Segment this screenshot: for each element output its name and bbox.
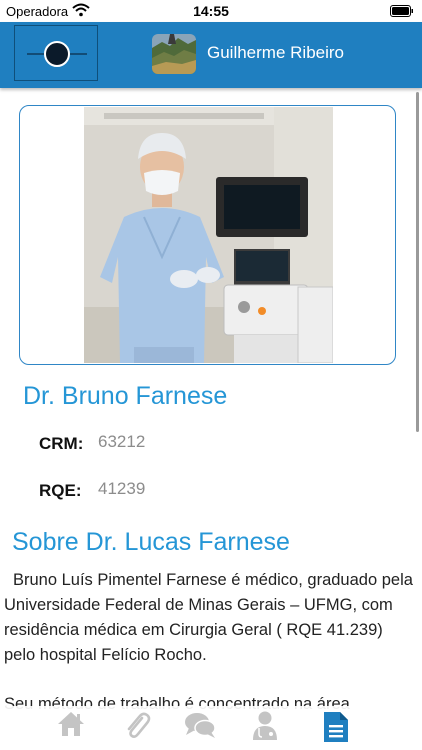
doctor-name: Dr. Bruno Farnese (23, 382, 228, 410)
vertical-scrollbar[interactable] (416, 92, 419, 432)
crm-value: 63212 (98, 432, 146, 451)
home-icon (58, 712, 84, 736)
user-name[interactable]: Guilherme Ribeiro (207, 43, 344, 63)
tab-document[interactable] (316, 710, 356, 744)
tab-messages[interactable] (180, 710, 220, 744)
app-header: Guilherme Ribeiro (0, 22, 422, 88)
about-paragraph-1: Bruno Luís Pimentel Farnese é médico, gr… (4, 571, 413, 664)
doctor-photo-card (19, 105, 396, 365)
rqe-value: 41239 (98, 479, 146, 498)
tab-home[interactable] (51, 710, 91, 744)
doctor-icon (253, 711, 277, 740)
clock-time: 14:55 (193, 3, 229, 19)
tab-attachments[interactable] (117, 710, 157, 744)
status-bar: Operadora 14:55 (0, 0, 422, 22)
doctor-photo (84, 107, 333, 363)
tab-doctor[interactable] (245, 710, 285, 744)
chat-bubbles-icon (185, 713, 216, 738)
document-icon (324, 712, 348, 742)
rqe-label: RQE: (39, 481, 82, 500)
avatar[interactable] (152, 34, 196, 74)
menu-logo-button[interactable] (14, 25, 98, 81)
paperclip-icon (127, 712, 151, 738)
doctor-profile-content[interactable]: Dr. Bruno Farnese CRM: 63212 RQE: 41239 … (0, 88, 422, 710)
about-title: Sobre Dr. Lucas Farnese (12, 528, 290, 556)
battery-icon (390, 5, 413, 17)
crm-label: CRM: (39, 434, 84, 453)
logo-icon (27, 41, 87, 67)
tab-bar (0, 706, 422, 750)
